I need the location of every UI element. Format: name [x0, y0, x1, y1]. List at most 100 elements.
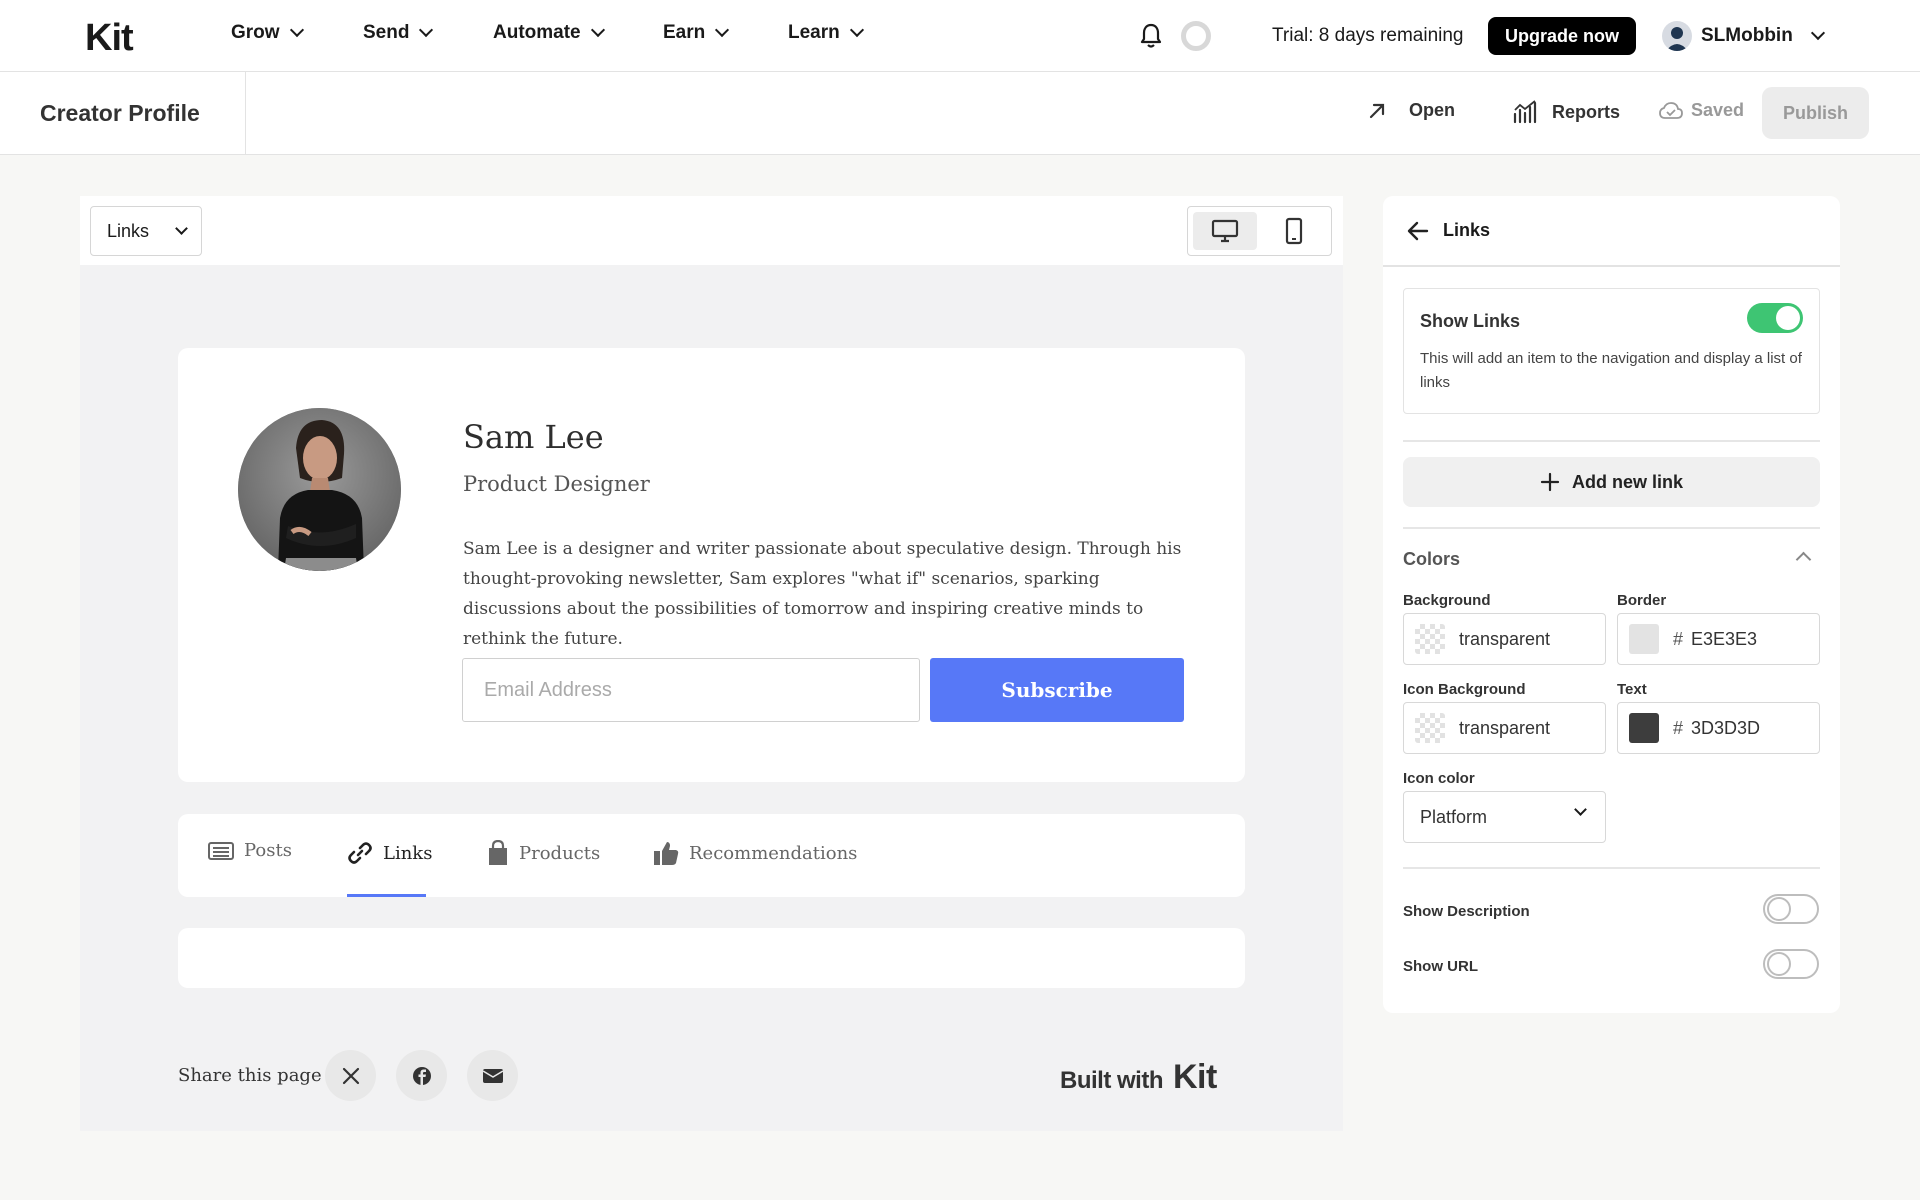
- show-links-toggle[interactable]: [1747, 303, 1803, 333]
- top-navigation: Kit Grow Send Automate Earn Learn Trial:…: [0, 0, 1920, 72]
- publish-button[interactable]: Publish: [1762, 87, 1869, 139]
- chevron-down-icon: [175, 221, 188, 235]
- add-new-link-label: Add new link: [1571, 471, 1683, 492]
- desktop-icon: [1211, 219, 1239, 243]
- chevron-down-icon: [1574, 803, 1587, 816]
- settings-panel: Links Show Links This will add an item t…: [1383, 196, 1840, 1013]
- nav-item-label: Send: [363, 22, 410, 43]
- background-label: Background: [1403, 592, 1491, 609]
- profile-bio: Sam Lee is a designer and writer passion…: [463, 539, 1182, 649]
- bell-icon[interactable]: [1140, 23, 1162, 49]
- upgrade-button[interactable]: Upgrade now: [1488, 17, 1636, 55]
- tab-posts[interactable]: Posts: [208, 840, 292, 861]
- nav-item-label: Automate: [493, 22, 581, 43]
- nav-item-label: Grow: [231, 22, 280, 43]
- profile-role: Product Designer: [463, 472, 650, 496]
- background-color-field[interactable]: transparent: [1403, 613, 1606, 665]
- nav-item-label: Learn: [788, 22, 840, 43]
- transparent-swatch[interactable]: [1415, 713, 1445, 743]
- icon-background-label: Icon Background: [1403, 681, 1526, 698]
- divider: [245, 72, 246, 155]
- icon-background-color-field[interactable]: transparent: [1403, 702, 1606, 754]
- border-swatch[interactable]: [1629, 624, 1659, 654]
- nav-item-earn[interactable]: Earn: [663, 22, 730, 44]
- built-with-kit[interactable]: Built with Kit: [1060, 1058, 1217, 1097]
- section-select[interactable]: Links: [90, 206, 202, 256]
- border-label: Border: [1617, 592, 1667, 609]
- page-title: Creator Profile: [40, 100, 200, 126]
- add-new-link-button[interactable]: Add new link: [1403, 457, 1820, 507]
- mobile-icon: [1285, 217, 1303, 245]
- hash-symbol: #: [1673, 628, 1684, 649]
- background-value: transparent: [1459, 628, 1551, 649]
- subscribe-button[interactable]: Subscribe: [930, 658, 1184, 722]
- show-description-toggle[interactable]: [1763, 894, 1819, 924]
- border-color-field[interactable]: # E3E3E3: [1617, 613, 1820, 665]
- text-color-field[interactable]: # 3D3D3D: [1617, 702, 1820, 754]
- tab-label: Posts: [244, 840, 292, 861]
- share-facebook-button[interactable]: [396, 1050, 447, 1101]
- profile-card[interactable]: Sam Lee Product Designer Sam Lee is a de…: [178, 348, 1245, 782]
- toggle-knob: [1767, 897, 1791, 921]
- profile-tabs: Posts Links Products Recommendations: [178, 814, 1245, 897]
- border-value: E3E3E3: [1691, 628, 1758, 649]
- links-list: [178, 928, 1245, 988]
- kit-logo[interactable]: Kit: [85, 17, 134, 60]
- section-select-value: Links: [107, 220, 150, 241]
- toggle-knob: [1767, 952, 1791, 976]
- icon-background-value: transparent: [1459, 717, 1551, 738]
- built-with-label: Built with: [1060, 1067, 1163, 1094]
- nav-item-automate[interactable]: Automate: [493, 22, 605, 44]
- tab-recommendations[interactable]: Recommendations: [653, 840, 857, 866]
- x-logo-icon: [342, 1067, 359, 1084]
- toggle-knob: [1776, 306, 1800, 330]
- nav-item-send[interactable]: Send: [363, 22, 434, 44]
- chevron-down-icon: [715, 22, 730, 38]
- show-url-label: Show URL: [1403, 958, 1478, 975]
- nav-item-learn[interactable]: Learn: [788, 22, 864, 44]
- text-swatch[interactable]: [1629, 713, 1659, 743]
- open-button[interactable]: Open: [1367, 100, 1455, 121]
- share-label: Share this page: [178, 1065, 322, 1086]
- tab-label: Links: [383, 842, 433, 864]
- nav-item-label: Earn: [663, 22, 706, 43]
- share-email-button[interactable]: [467, 1050, 518, 1101]
- email-input[interactable]: Email Address: [462, 658, 920, 722]
- facebook-icon: [412, 1066, 431, 1085]
- colors-section-title[interactable]: Colors: [1403, 549, 1460, 570]
- panel-header: Links: [1383, 196, 1840, 267]
- mobile-view-button[interactable]: [1262, 212, 1326, 250]
- reports-button[interactable]: Reports: [1512, 100, 1620, 124]
- divider: [1403, 527, 1820, 529]
- desktop-view-button[interactable]: [1193, 212, 1257, 250]
- user-menu[interactable]: SLMobbin: [1701, 25, 1825, 47]
- chevron-up-icon[interactable]: [1795, 551, 1812, 568]
- user-avatar[interactable]: [1662, 21, 1692, 51]
- divider: [1403, 867, 1820, 869]
- active-tab-indicator: [347, 894, 426, 897]
- tab-links[interactable]: Links: [347, 840, 432, 866]
- tab-label: Recommendations: [689, 842, 858, 864]
- back-button[interactable]: Links: [1407, 220, 1490, 241]
- tab-products[interactable]: Products: [487, 840, 600, 866]
- kit-logo: Kit: [1172, 1058, 1217, 1096]
- bar-chart-icon: [1513, 100, 1537, 124]
- nav-item-grow[interactable]: Grow: [231, 22, 304, 44]
- show-description-label: Show Description: [1403, 903, 1530, 920]
- show-url-toggle[interactable]: [1763, 949, 1819, 979]
- tab-label: Products: [519, 842, 601, 864]
- text-color-label: Text: [1617, 681, 1647, 698]
- share-x-button[interactable]: [325, 1050, 376, 1101]
- profile-name: Sam Lee: [463, 418, 604, 456]
- text-color-value: 3D3D3D: [1691, 717, 1761, 738]
- trial-status: Trial: 8 days remaining: [1272, 25, 1464, 46]
- icon-color-select[interactable]: Platform: [1403, 791, 1606, 843]
- divider: [1403, 440, 1820, 442]
- external-arrow-icon: [1369, 103, 1385, 118]
- chevron-down-icon: [289, 22, 304, 38]
- hash-symbol: #: [1673, 717, 1684, 738]
- canvas-toolbar: Links: [80, 196, 1343, 265]
- transparent-swatch[interactable]: [1415, 624, 1445, 654]
- link-icon: [348, 842, 372, 864]
- saved-status: Saved: [1659, 100, 1744, 121]
